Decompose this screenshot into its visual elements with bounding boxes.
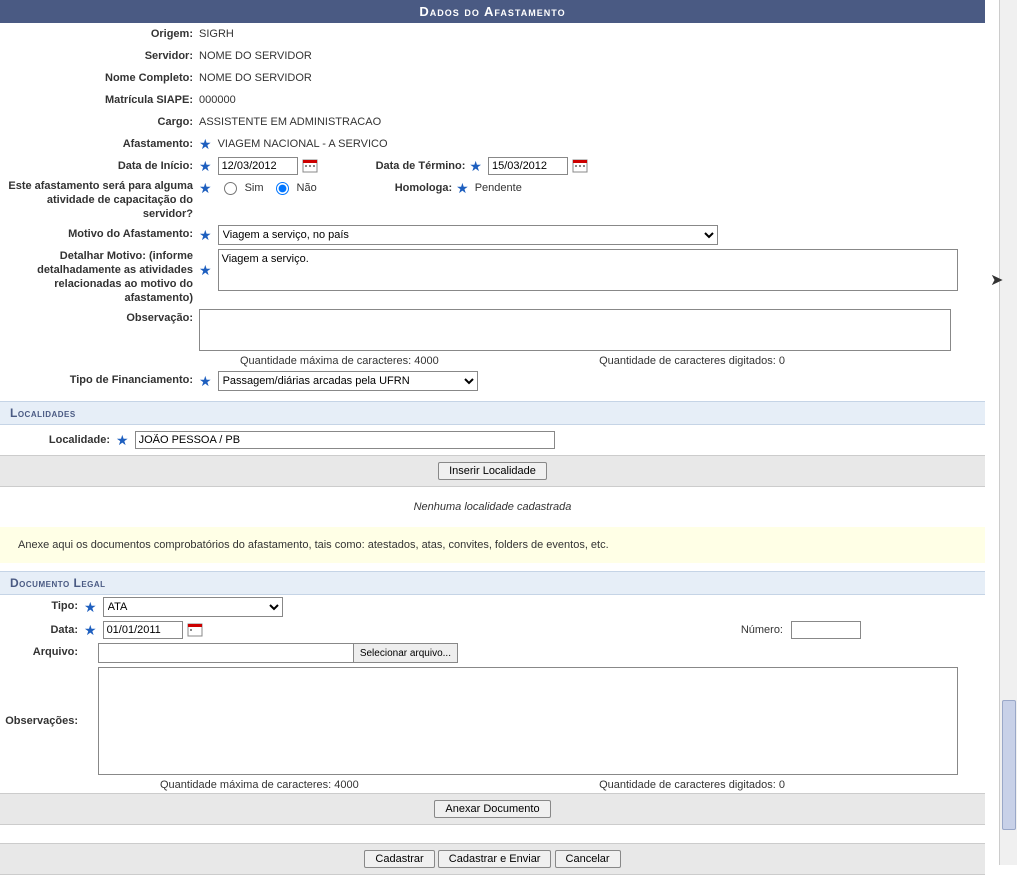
data-termino-input[interactable] <box>488 157 568 175</box>
financiamento-label: Tipo de Financiamento: <box>4 371 199 389</box>
typed-chars-label-2: Quantidade de caracteres digitados: 0 <box>599 779 785 791</box>
tipo-label: Tipo: <box>4 597 84 615</box>
servidor-value: NOME DO SERVIDOR <box>199 47 981 65</box>
vertical-scrollbar[interactable] <box>999 0 1017 865</box>
tipo-select[interactable]: ATA <box>103 597 283 617</box>
matricula-value: 000000 <box>199 91 981 109</box>
required-star-icon: ★ <box>199 226 212 244</box>
arquivo-label: Arquivo: <box>4 643 84 661</box>
required-star-icon: ★ <box>456 179 469 197</box>
anexar-documento-button[interactable]: Anexar Documento <box>434 800 550 818</box>
arquivo-input[interactable] <box>99 644 353 662</box>
required-star-icon: ★ <box>116 431 129 449</box>
required-star-icon: ★ <box>199 135 212 153</box>
inserir-localidade-button[interactable]: Inserir Localidade <box>438 462 547 480</box>
cargo-label: Cargo: <box>4 113 199 131</box>
required-star-icon: ★ <box>199 157 212 175</box>
calendar-icon[interactable] <box>302 158 318 174</box>
required-star-icon: ★ <box>84 621 97 639</box>
nao-label: Não <box>297 179 317 197</box>
cadastrar-button[interactable]: Cadastrar <box>364 850 434 868</box>
data-doc-input[interactable] <box>103 621 183 639</box>
servidor-label: Servidor: <box>4 47 199 65</box>
required-star-icon: ★ <box>469 157 482 175</box>
detalhar-textarea[interactable]: Viagem a serviço. <box>218 249 958 291</box>
observacoes-label: Observações: <box>4 712 84 730</box>
nome-value: NOME DO SERVIDOR <box>199 69 981 87</box>
motivo-select[interactable]: Viagem a serviço, no país <box>218 225 718 245</box>
data-doc-label: Data: <box>4 621 84 639</box>
origem-label: Origem: <box>4 25 199 43</box>
matricula-label: Matrícula SIAPE: <box>4 91 199 109</box>
sim-label: Sim <box>245 179 264 197</box>
selecionar-arquivo-button[interactable]: Selecionar arquivo... <box>353 644 457 662</box>
required-star-icon: ★ <box>199 179 212 197</box>
calendar-icon[interactable] <box>572 158 588 174</box>
afastamento-value: VIAGEM NACIONAL - A SERVICO <box>218 135 388 153</box>
localidade-label: Localidade: <box>6 431 116 449</box>
section-header-documento: Documento Legal <box>0 571 985 595</box>
homologa-value: Pendente <box>475 179 522 197</box>
capacitacao-label: Este afastamento será para alguma ativid… <box>4 179 199 221</box>
data-inicio-input[interactable] <box>218 157 298 175</box>
nome-label: Nome Completo: <box>4 69 199 87</box>
required-star-icon: ★ <box>199 372 212 390</box>
detalhar-label: Detalhar Motivo: (informe detalhadamente… <box>4 249 199 305</box>
origem-value: SIGRH <box>199 25 981 43</box>
data-termino-label: Data de Término: <box>376 157 466 175</box>
observacao-textarea[interactable] <box>199 309 951 351</box>
cadastrar-enviar-button[interactable]: Cadastrar e Enviar <box>438 850 552 868</box>
section-header-dados: Dados do Afastamento <box>0 0 985 23</box>
numero-input[interactable] <box>791 621 861 639</box>
required-star-icon: ★ <box>199 261 212 279</box>
financiamento-select[interactable]: Passagem/diárias arcadas pela UFRN <box>218 371 478 391</box>
attach-note: Anexe aqui os documentos comprobatórios … <box>0 527 985 563</box>
calendar-icon[interactable] <box>187 622 203 638</box>
typed-chars-label: Quantidade de caracteres digitados: 0 <box>599 355 785 367</box>
afastamento-label: Afastamento: <box>4 135 199 153</box>
data-inicio-label: Data de Início: <box>4 157 199 175</box>
sim-radio[interactable] <box>224 182 237 195</box>
localidade-input[interactable] <box>135 431 555 449</box>
cargo-value: ASSISTENTE EM ADMINISTRACAO <box>199 113 981 131</box>
section-header-localidades: Localidades <box>0 401 985 425</box>
numero-label: Número: <box>741 621 783 639</box>
observacao-label: Observação: <box>4 309 199 327</box>
max-chars-label: Quantidade máxima de caracteres: 4000 <box>240 355 439 367</box>
homologa-label: Homologa: <box>395 179 452 197</box>
max-chars-label-2: Quantidade máxima de caracteres: 4000 <box>160 779 359 791</box>
required-star-icon: ★ <box>84 598 97 616</box>
observacoes-textarea[interactable] <box>98 667 958 775</box>
scrollbar-thumb[interactable] <box>1002 700 1016 830</box>
localidade-empty-msg: Nenhuma localidade cadastrada <box>0 487 985 527</box>
cancelar-button[interactable]: Cancelar <box>555 850 621 868</box>
nao-radio[interactable] <box>276 182 289 195</box>
motivo-label: Motivo do Afastamento: <box>4 225 199 243</box>
